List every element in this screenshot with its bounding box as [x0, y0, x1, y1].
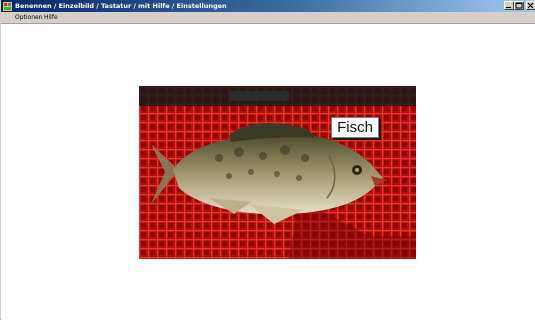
minimize-button[interactable]: [504, 1, 514, 10]
maximize-button[interactable]: [514, 1, 524, 10]
minimize-icon: [506, 7, 511, 8]
fish-image: [139, 86, 416, 259]
word-label: Fisch: [331, 117, 379, 138]
title-bar[interactable]: Benennen / Einzelbild / Tastatur / mit H…: [1, 0, 535, 12]
app-icon: [3, 1, 12, 11]
menu-bar: Optionen Hilfe: [1, 12, 535, 24]
close-icon: [527, 2, 534, 9]
word-label-text: Fisch: [337, 119, 373, 136]
app-window: Benennen / Einzelbild / Tastatur / mit H…: [0, 0, 535, 320]
menu-optionen[interactable]: Optionen: [15, 12, 43, 23]
window-title: Benennen / Einzelbild / Tastatur / mit H…: [15, 2, 227, 10]
content-area: Fisch: [1, 24, 535, 320]
menu-hilfe[interactable]: Hilfe: [44, 12, 58, 23]
maximize-icon: [515, 2, 523, 9]
stimulus-photo[interactable]: [139, 86, 416, 259]
close-button[interactable]: [526, 1, 535, 10]
